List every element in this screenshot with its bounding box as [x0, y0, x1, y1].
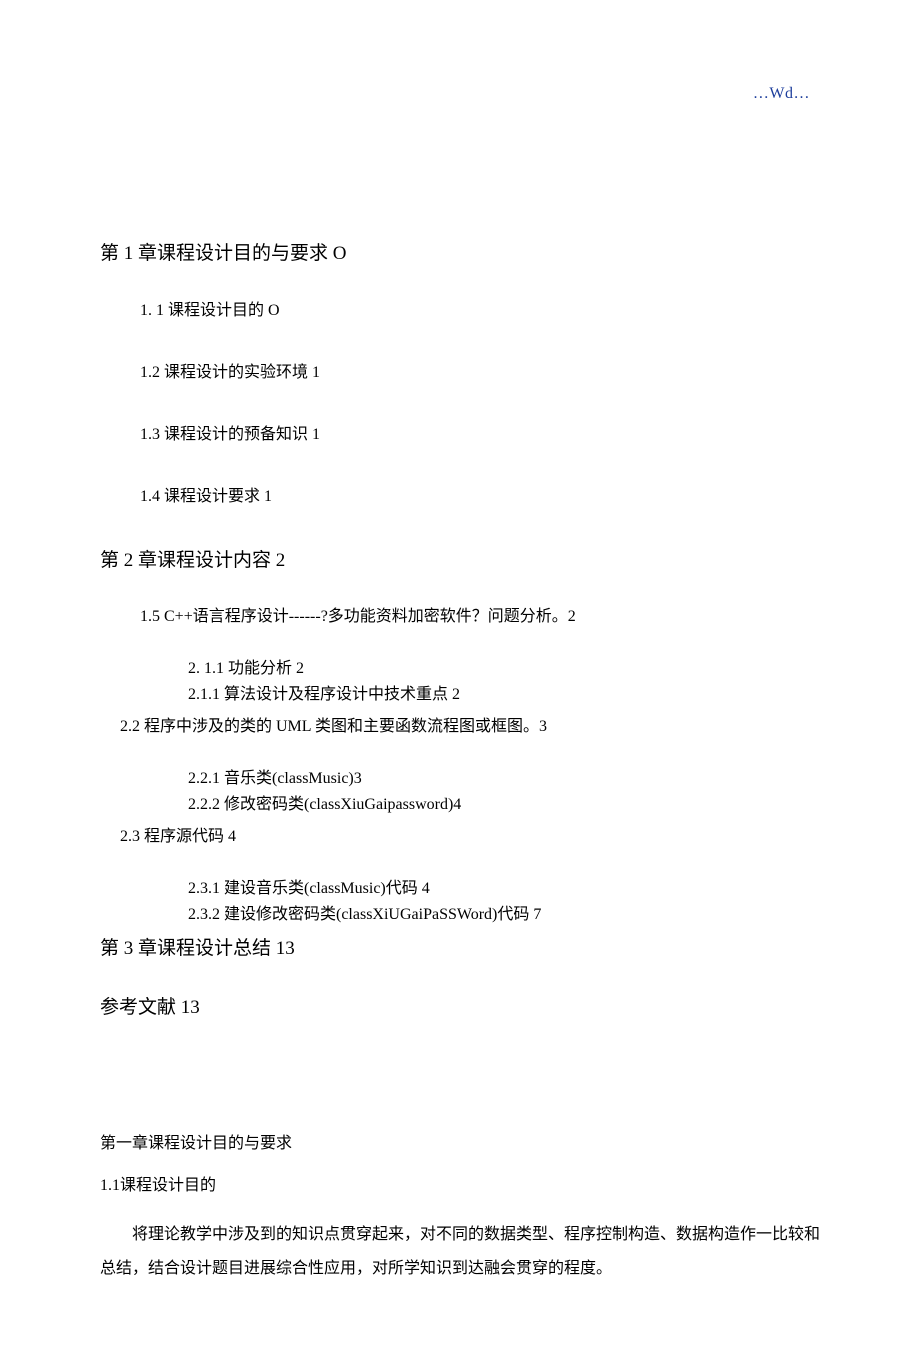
body-chapter-heading: 第一章课程设计目的与要求 — [100, 1132, 820, 1156]
toc-item-2-3-2: 2.3.2 建设修改密码类(classXiUGaiPaSSWord)代码 7 — [188, 903, 820, 927]
body-paragraph: 将理论教学中涉及到的知识点贯穿起来，对不同的数据类型、程序控制构造、数据构造作一… — [100, 1218, 820, 1285]
header-watermark: …Wd… — [753, 82, 810, 106]
toc-sub-2-2: 2.2.1 音乐类(classMusic)3 2.2.2 修改密码类(class… — [188, 767, 820, 817]
toc-item-1-4: 1.4 课程设计要求 1 — [140, 485, 820, 509]
toc-item-2-2-2: 2.2.2 修改密码类(classXiuGaipassword)4 — [188, 793, 820, 817]
toc-item-1-2: 1.2 课程设计的实验环境 1 — [140, 361, 820, 385]
toc-item-2-1-1b: 2.1.1 算法设计及程序设计中技术重点 2 — [188, 683, 820, 707]
toc-sub-2-1: 2. 1.1 功能分析 2 2.1.1 算法设计及程序设计中技术重点 2 — [188, 657, 820, 707]
toc-chapter-2-title: 第 2 章课程设计内容 2 — [100, 547, 820, 576]
toc-item-2-3: 2.3 程序源代码 4 — [120, 825, 820, 849]
document-page: …Wd… 第 1 章课程设计目的与要求 O 1. 1 课程设计目的 O 1.2 … — [0, 0, 920, 1345]
table-of-contents: 第 1 章课程设计目的与要求 O 1. 1 课程设计目的 O 1.2 课程设计的… — [100, 240, 820, 1022]
toc-item-2-2: 2.2 程序中涉及的类的 UML 类图和主要函数流程图或框图。3 — [120, 715, 820, 739]
toc-chapter-3-title: 第 3 章课程设计总结 13 — [100, 935, 820, 964]
toc-item-2-3-1: 2.3.1 建设音乐类(classMusic)代码 4 — [188, 877, 820, 901]
toc-chapter-1-items: 1. 1 课程设计目的 O 1.2 课程设计的实验环境 1 1.3 课程设计的预… — [140, 299, 820, 509]
toc-item-2-2-1: 2.2.1 音乐类(classMusic)3 — [188, 767, 820, 791]
toc-references-title: 参考文献 13 — [100, 994, 820, 1023]
body-section-heading: 1.1课程设计目的 — [100, 1174, 820, 1198]
toc-item-1-1: 1. 1 课程设计目的 O — [140, 299, 820, 323]
toc-chapter-2-items: 1.5 C++语言程序设计------?多功能资料加密软件？问题分析。2 2. … — [140, 605, 820, 927]
body-content: 第一章课程设计目的与要求 1.1课程设计目的 将理论教学中涉及到的知识点贯穿起来… — [100, 1132, 820, 1285]
toc-item-2-1-1a: 2. 1.1 功能分析 2 — [188, 657, 820, 681]
toc-sub-2-3: 2.3.1 建设音乐类(classMusic)代码 4 2.3.2 建设修改密码… — [188, 877, 820, 927]
toc-chapter-1-title: 第 1 章课程设计目的与要求 O — [100, 240, 820, 269]
toc-item-1-3: 1.3 课程设计的预备知识 1 — [140, 423, 820, 447]
toc-item-1-5: 1.5 C++语言程序设计------?多功能资料加密软件？问题分析。2 — [140, 605, 820, 629]
